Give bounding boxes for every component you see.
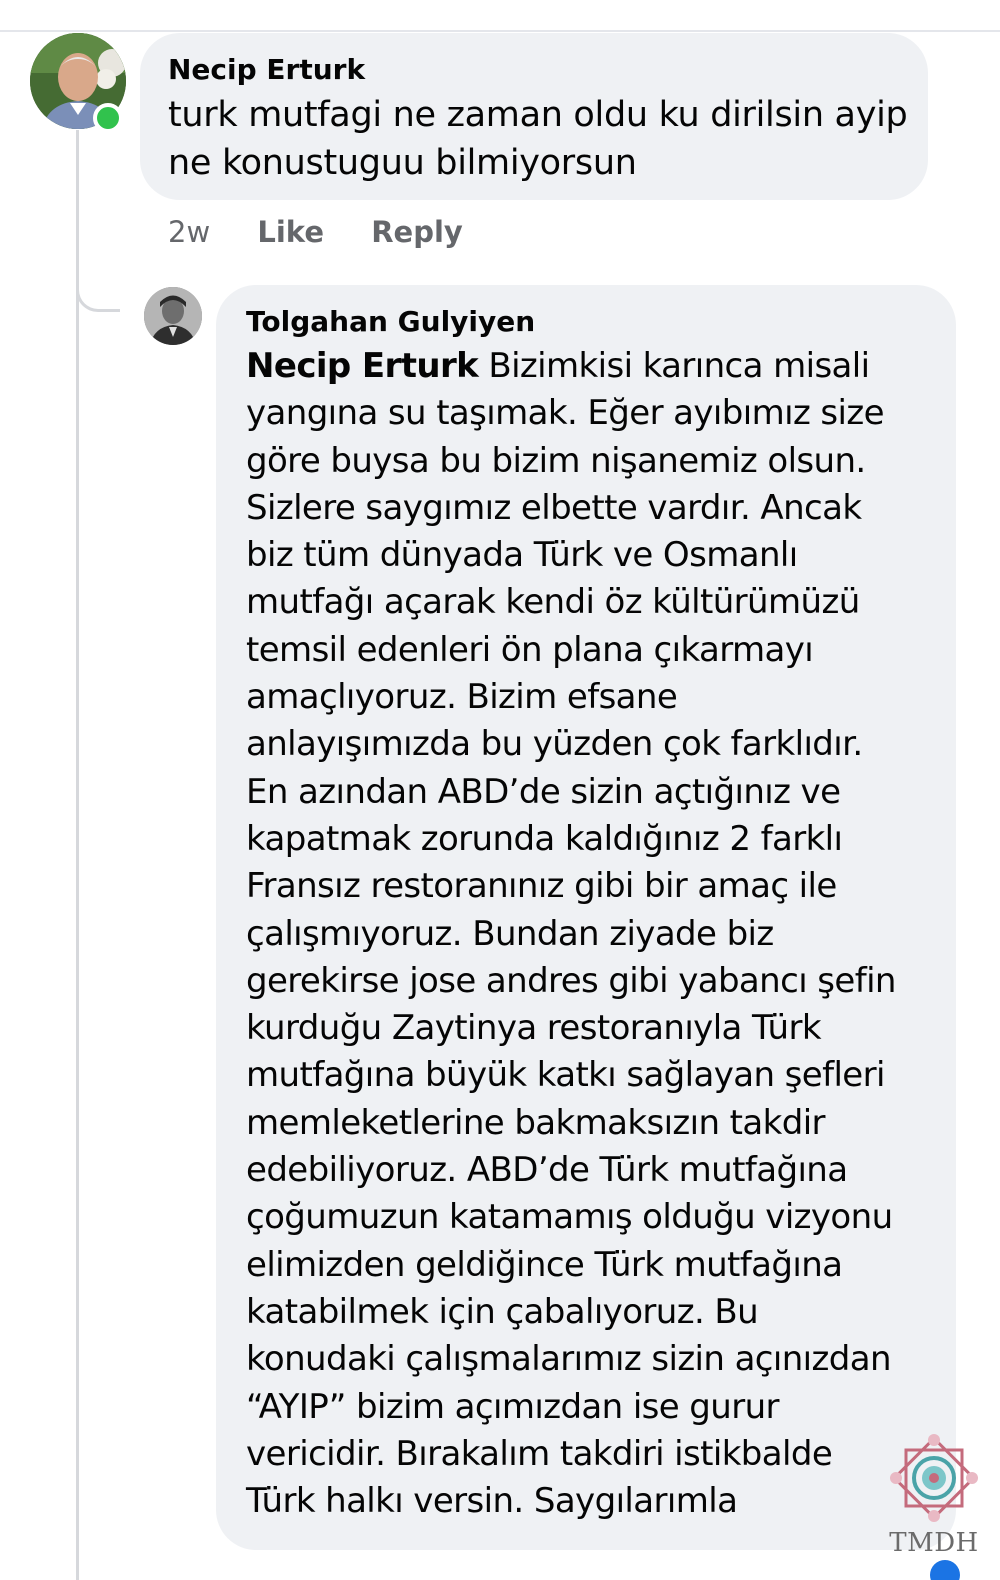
watermark-text: TMDH <box>889 1528 979 1558</box>
comment-timestamp[interactable]: 2w <box>168 212 210 252</box>
divider <box>0 30 1000 32</box>
comment-actions: 2w Like Reply <box>168 212 501 252</box>
reply-line: kapatmak zorunda kaldığınız 2 farklı <box>246 818 843 859</box>
comment-author[interactable]: Necip Erturk <box>168 53 900 87</box>
comment-bubble: Necip Erturk turk mutfagi ne zaman oldu … <box>140 33 928 200</box>
reply-line: kurduğu Zaytinya restoranıyla Türk <box>246 1008 822 1049</box>
reply-line: göre buysa bu bizim nişanemiz olsun. <box>246 440 866 481</box>
reply-line: temsil edenleri ön plana çıkarmayı <box>246 629 814 670</box>
reply-bubble: Tolgahan Gulyiyen Necip Erturk Bizimkisi… <box>216 285 956 1550</box>
avatar[interactable] <box>144 287 202 345</box>
reply-line: çalışmıyoruz. Bundan ziyade biz <box>246 913 774 954</box>
reply-text: Necip Erturk Bizimkisi karınca misali ya… <box>246 343 956 1525</box>
comment-line: ne konustuguu bilmiyorsun <box>168 143 637 183</box>
ornament-icon <box>890 1434 978 1522</box>
reply-author[interactable]: Tolgahan Gulyiyen <box>246 305 956 339</box>
reply-line: katabilmek için çabalıyoruz. Bu <box>246 1291 759 1332</box>
reply-line: amaçlıyoruz. Bizim efsane <box>246 677 678 718</box>
reply-line: mutfağına büyük katkı sağlayan şefleri <box>246 1055 885 1096</box>
reply-line: konudaki çalışmalarımız sizin açınızdan <box>246 1339 892 1380</box>
reply-line: Türk halkı versin. Saygılarımla <box>246 1481 738 1522</box>
thread-line <box>76 130 79 1580</box>
online-status-indicator <box>93 103 123 133</box>
reply-button[interactable]: Reply <box>371 212 463 252</box>
reply-line: mutfağı açarak kendi öz kültürümüzü <box>246 582 860 623</box>
like-button[interactable]: Like <box>257 212 324 252</box>
reply-line: Sizlere saygımız elbette vardır. Ancak <box>246 487 862 528</box>
reply-line: anlayışımızda bu yüzden çok farklıdır. <box>246 724 863 765</box>
reply-line: biz tüm dünyada Türk ve Osmanlı <box>246 535 798 576</box>
watermark-logo: TMDH <box>886 1430 982 1570</box>
avatar-photo <box>144 287 202 345</box>
reply-line: çoğumuzun katamamış olduğu vizyonu <box>246 1197 893 1238</box>
reply-line: Fransız restoranınız gibi bir amaç ile <box>246 866 837 907</box>
reply-line: gerekirse jose andres gibi yabancı şefin <box>246 960 896 1001</box>
reply-line: edebiliyoruz. ABD’de Türk mutfağına <box>246 1150 848 1191</box>
reply-line-rest: Bizimkisi karınca misali <box>478 346 870 386</box>
reply-line: elimizden geldiğince Türk mutfağına <box>246 1244 843 1285</box>
thread-connector <box>76 272 120 312</box>
comment-text: turk mutfagi ne zaman oldu ku dirilsin a… <box>168 91 908 187</box>
reply-line: “AYIP” bizim açımızdan ise gurur <box>246 1386 780 1427</box>
comment-thread: Necip Erturk turk mutfagi ne zaman oldu … <box>0 0 1000 1580</box>
mention-link[interactable]: Necip Erturk <box>246 346 479 386</box>
reply-line: En azından ABD’de sizin açtığınız ve <box>246 771 841 812</box>
reply-line: yangına su taşımak. Eğer ayıbımız size <box>246 393 885 434</box>
reply-line: memleketlerine bakmaksızın takdir <box>246 1102 826 1143</box>
comment-line: turk mutfagi ne zaman oldu ku dirilsin a… <box>168 95 908 135</box>
reply-line: vericidir. Bırakalım takdiri istikbalde <box>246 1433 833 1474</box>
reply-line: Necip Erturk Bizimkisi karınca misali <box>246 343 956 390</box>
